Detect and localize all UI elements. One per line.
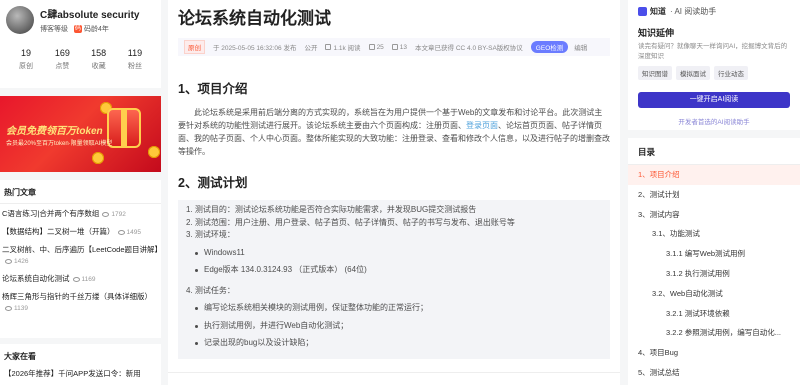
toc-item[interactable]: 3、测试内容	[628, 205, 800, 225]
ai-footer-link[interactable]: 开发者首选的AI阅读助手	[638, 116, 790, 126]
edit-link[interactable]: 编辑	[574, 42, 587, 52]
chip-knowledge-graph[interactable]: 知识图谱	[638, 66, 672, 80]
original-badge: 原创	[184, 40, 205, 54]
everyone-title: 大家在看	[4, 352, 36, 361]
everyone-item[interactable]: 【2026年推荐】千问APP发送口令：新用	[0, 362, 161, 379]
task-item: 记录出现的bug以及设计缺陷；	[186, 337, 602, 350]
promo-banner[interactable]: 会员免费领百万token 会员最20%至百万token·限量领取AI模型	[0, 96, 161, 172]
article-title: 论坛系统自动化测试	[178, 9, 331, 28]
plan-item: 1. 测试目的：测试论坛系统功能是否符合实际功能需求，并发现BUG提交测试报告	[186, 205, 477, 214]
eye-icon	[117, 229, 125, 235]
ai-card-desc: 读完有疑问？就像聊天一样询问AI，挖掘博文背后的深度知识	[638, 43, 788, 60]
start-ai-reading-button[interactable]: 一键开启AI阅读	[638, 92, 790, 108]
eye-icon	[72, 276, 80, 282]
hot-article-item[interactable]: C语言练习|合并两个有序数组 1792	[2, 208, 159, 220]
publish-time: 于 2025-05-05 16:32:06 发布	[213, 45, 297, 52]
toc-item[interactable]: 3.2.1 测试环境依赖	[628, 304, 800, 324]
license-text[interactable]: 本文章已获得 CC 4.0 BY-SA版权协议	[415, 42, 523, 52]
stat-favorites[interactable]: 158 收藏	[81, 48, 117, 71]
banner-subline: 会员最20%至百万token·限量领取AI模型	[6, 141, 113, 147]
author-name[interactable]: C肆absolute security	[40, 6, 139, 21]
ai-card-title: 知识延伸	[638, 28, 675, 38]
right-sidebar: 知道 · AI 阅读助手 知识延伸 读完有疑问？就像聊天一样询问AI，挖掘博文背…	[628, 0, 800, 385]
chip-mock-interview[interactable]: 模拟面试	[676, 66, 710, 80]
code-age: 码龄4年	[84, 26, 109, 33]
eye-icon	[5, 258, 12, 264]
toc-item[interactable]: 5、测试总结	[628, 363, 800, 383]
hot-article-item[interactable]: 论坛系统自动化测试 1169	[2, 273, 159, 285]
plan-item: 4. 测试任务：	[186, 285, 235, 295]
hot-articles-title: 热门文章	[0, 180, 161, 204]
section-heading: 1、项目介绍	[178, 82, 248, 96]
hot-article-item[interactable]: 二叉树前、中、后序遍历【LeetCode题目讲解】1426	[2, 244, 162, 267]
toc-item[interactable]: 3.2、Web自动化测试	[628, 284, 800, 304]
author-card: C肆absolute security 博客等级 码 码龄4年 19 原创 169…	[0, 0, 161, 88]
plan-block: 1. 测试目的：测试论坛系统功能是否符合实际功能需求，并发现BUG提交测试报告 …	[178, 200, 610, 359]
blog-level: 博客等级	[40, 26, 68, 33]
chip-industry-news[interactable]: 行业动态	[714, 66, 748, 80]
intro-paragraph: 此论坛系统是采用前后端分离的方式实现的，系统旨在为用户提供一个基于Web的文章发…	[178, 108, 610, 156]
visibility: 公开	[304, 45, 318, 52]
stat-fans[interactable]: 119 粉丝	[117, 48, 153, 71]
zhidao-logo-icon	[638, 7, 647, 16]
table-of-contents: 目录 1、项目介绍 2、测试计划 3、测试内容 3.1、功能测试 3.1.1 编…	[628, 138, 800, 385]
toc-item[interactable]: 3.1.1 编写Web测试用例	[628, 244, 800, 264]
left-sidebar: C肆absolute security 博客等级 码 码龄4年 19 原创 169…	[0, 0, 162, 385]
article-meta-bar: 原创 于 2025-05-05 16:32:06 发布 公开 1.1k 阅读 2…	[178, 38, 610, 56]
stat-original[interactable]: 19 原创	[8, 48, 44, 71]
banner-headline: 会员免费领百万token	[6, 126, 103, 137]
star-icon	[391, 44, 398, 50]
eye-icon	[5, 305, 12, 311]
toc-item[interactable]: 4、项目Bug	[628, 343, 800, 363]
article-footer-bar	[168, 372, 620, 385]
everyone-reading: 大家在看 【2026年推荐】千问APP发送口令：新用	[0, 344, 161, 385]
avatar[interactable]	[6, 6, 34, 34]
section-heading: 2、测试计划	[178, 176, 248, 190]
ai-brand: 知道	[650, 7, 666, 16]
code-age-icon: 码	[74, 25, 82, 33]
toc-item[interactable]: 2、测试计划	[628, 185, 800, 205]
env-item: Windows11	[186, 247, 602, 260]
ai-subtitle: · AI 阅读助手	[670, 7, 717, 16]
toc-item[interactable]: 3.1、功能测试	[628, 224, 800, 244]
read-icon	[325, 44, 332, 50]
hot-article-item[interactable]: 杨辉三角形与指针的千丝万缕（具体详细版）1139	[2, 291, 159, 314]
task-item: 编写论坛系统相关模块的测试用例，保证整体功能的正常运行；	[186, 302, 602, 315]
toc-item[interactable]: 3.1.2 执行测试用例	[628, 264, 800, 284]
plan-item: 3. 测试环境：	[186, 230, 235, 239]
hot-article-item[interactable]: 【数据结构】二叉树一堆（开篇） 1495	[2, 226, 159, 238]
read-count: 1.1k 阅读	[333, 45, 361, 52]
toc-item[interactable]: 3.2.2 参照测试用例，编写自动化...	[628, 323, 800, 343]
eye-icon	[102, 211, 110, 217]
toc-title: 目录	[628, 138, 800, 165]
toc-item[interactable]: 1、项目介绍	[628, 165, 800, 185]
like-button[interactable]: 25	[368, 44, 384, 51]
favorite-button[interactable]: 13	[391, 44, 407, 51]
article-main: 论坛系统自动化测试 原创 于 2025-05-05 16:32:06 发布 公开…	[168, 0, 620, 385]
thumb-up-icon	[368, 44, 375, 50]
env-item: Edge版本 134.0.3124.93 （正式版本） (64位)	[186, 264, 602, 277]
geo-check-button[interactable]: GEO检测	[530, 41, 569, 53]
login-page-link[interactable]: 登录页面	[466, 121, 498, 130]
task-item: 执行测试用例，并进行Web自动化测试；	[186, 320, 602, 333]
plan-item: 2. 测试范围：用户注册、用户登录、帖子首页、帖子详情页、帖子的书写与发布、退出…	[186, 217, 515, 227]
stat-likes[interactable]: 169 点赞	[44, 48, 80, 71]
ai-assistant-card: 知道 · AI 阅读助手 知识延伸 读完有疑问？就像聊天一样询问AI，挖掘博文背…	[628, 0, 800, 130]
hot-articles: 热门文章 C语言练习|合并两个有序数组 1792 【数据结构】二叉树一堆（开篇） 1…	[0, 180, 162, 338]
